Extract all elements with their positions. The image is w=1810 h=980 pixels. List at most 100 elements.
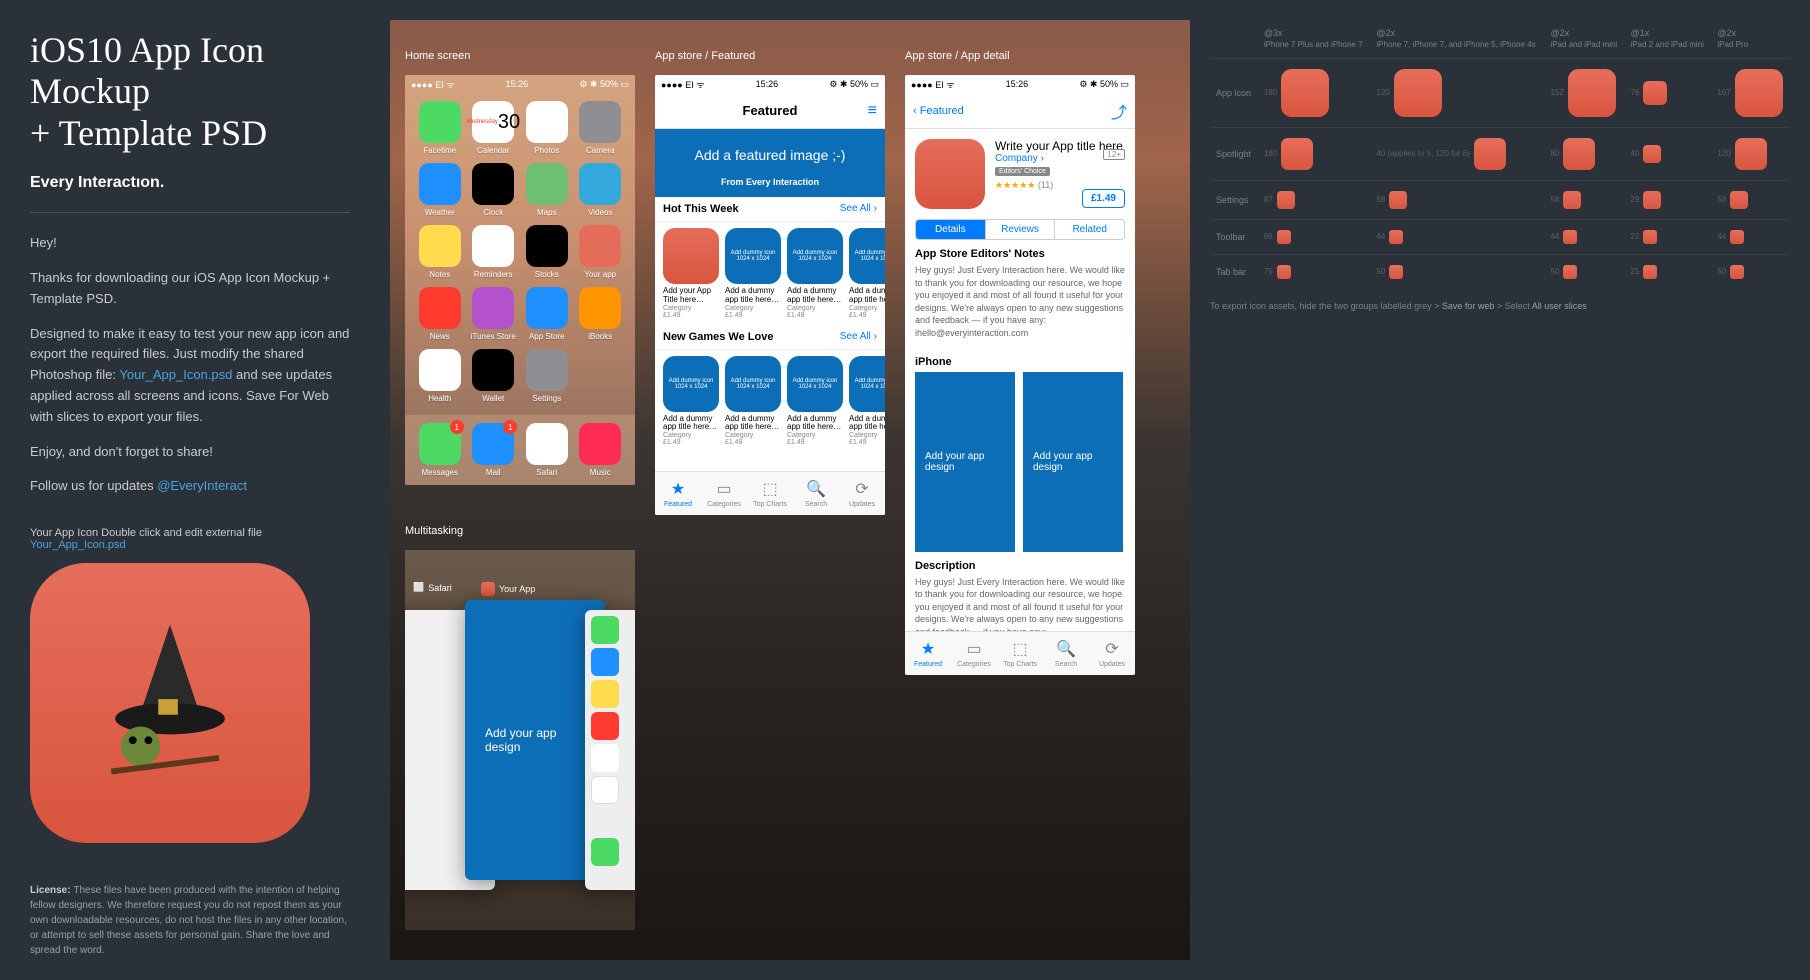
status-bar: ●●●● EI ᯤ15:26⚙ ✱ 50% ▭ [655,75,885,93]
row-tab bar: Tab bar7550502550 [1210,255,1790,290]
back-button[interactable]: ‹ Featured [913,105,964,117]
intro-text: Hey! Thanks for downloading our iOS App … [30,233,350,497]
app-card[interactable]: Add dummy icon 1024 x 1024Add a dummy ap… [849,228,885,319]
hero-banner[interactable]: Add a featured image ;-) From Every Inte… [655,129,885,197]
app-calendar[interactable]: Wednesday30Calendar [469,101,519,155]
tab-bar: ★Featured▭Categories⬚Top Charts🔍Search⟳U… [655,471,885,515]
see-all-link[interactable]: See All › [840,331,877,343]
seg-related[interactable]: Related [1055,220,1124,239]
tab-categories[interactable]: ▭Categories [701,472,747,515]
app-photos[interactable]: Photos [522,101,572,155]
card-label-yourapp: Your App [481,582,535,596]
app-reminders[interactable]: Reminders [469,225,519,279]
app-card[interactable]: Add dummy icon 1024 x 1024Add a dummy ap… [725,356,781,447]
row-spotlight: Spotlight18040 (applies to 5, 120 for 6)… [1210,128,1790,181]
app-grid: FacetimeWednesday30CalendarPhotosCamera W… [405,93,635,411]
app-health[interactable]: Health [415,349,465,403]
clock: 15:26 [506,79,529,89]
divider [30,212,350,213]
app-weather[interactable]: Weather [415,163,465,217]
tab-top charts[interactable]: ⬚Top Charts [747,472,793,515]
multi-card-yourapp[interactable]: Add your app design [465,600,605,880]
license-text: License: These files have been produced … [30,883,350,958]
tab-categories[interactable]: ▭Categories [951,632,997,675]
app-your app[interactable]: Your app [576,225,626,279]
seg-details[interactable]: Details [916,220,986,239]
detail-label: App store / App detail [905,50,1010,62]
app-card[interactable]: Add dummy icon 1024 x 1024Add a dummy ap… [725,228,781,319]
new-scroll[interactable]: Add dummy icon 1024 x 1024Add a dummy ap… [655,350,885,453]
dock-mail[interactable]: 1Mail [472,423,514,477]
multi-card-home[interactable] [585,610,635,890]
appstore-featured: ●●●● EI ᯤ15:26⚙ ✱ 50% ▭ Featured ≡ Add a… [655,75,885,515]
hot-scroll[interactable]: Add your App Title here…Category£1.49Add… [655,222,885,325]
tab-search[interactable]: 🔍Search [793,472,839,515]
tab-updates[interactable]: ⟳Updates [1089,632,1135,675]
home-label: Home screen [405,50,470,62]
dock-messages[interactable]: 1Messages [419,423,461,477]
section-hot: Hot This WeekSee All › [655,197,885,222]
notes-text: Hey guys! Just Every Interaction here. W… [905,264,1135,348]
witch-hat-icon [72,605,268,801]
app-clock[interactable]: Clock [469,163,519,217]
app-settings[interactable]: Settings [522,349,572,403]
app-videos[interactable]: Videos [576,163,626,217]
row-toolbar: Toolbar6644442244 [1210,220,1790,255]
app-card[interactable]: Add your App Title here…Category£1.49 [663,228,719,319]
main-title: iOS10 App Icon Mockup + Template PSD [30,30,350,154]
app-news[interactable]: News [415,287,465,341]
app-stocks[interactable]: Stocks [522,225,572,279]
tab-search[interactable]: 🔍Search [1043,632,1089,675]
dock-music[interactable]: Music [579,423,621,477]
app-app store[interactable]: App Store [522,287,572,341]
appstore-detail: ●●●● EI ᯤ15:26⚙ ✱ 50% ▭ ‹ Featured ⤴ Wri… [905,75,1135,675]
segment-control[interactable]: DetailsReviewsRelated [915,219,1125,240]
app-card[interactable]: Add dummy icon 1024 x 1024Add a dummy ap… [849,356,885,447]
tab-featured[interactable]: ★Featured [905,632,951,675]
screenshots[interactable]: Add your app design Add your app design [905,372,1135,552]
carrier: ●●●● EI ᯤ [411,78,454,91]
nav-bar: ‹ Featured ⤴ [905,93,1135,129]
list-icon[interactable]: ≡ [868,102,877,120]
tab-featured[interactable]: ★Featured [655,472,701,515]
app-notes[interactable]: Notes [415,225,465,279]
row-app icon: App icon18012015276167 [1210,59,1790,128]
app-itunes store[interactable]: iTunes Store [469,287,519,341]
featured-label: App store / Featured [655,50,755,62]
app-wallet[interactable]: Wallet [469,349,519,403]
icon-size-grid: @3xiPhone 7 Plus and iPhone 7@2xiPhone 7… [1210,20,1790,311]
twitter-link[interactable]: @EveryInteract [157,478,247,493]
app-header: Write your App title here Company › Edit… [905,129,1135,219]
app-camera[interactable]: Camera [576,101,626,155]
intro-p1: Thanks for downloading our iOS App Icon … [30,268,350,310]
tab-updates[interactable]: ⟳Updates [839,472,885,515]
section-new: New Games We LoveSee All › [655,325,885,350]
row-settings: Settings8758582958 [1210,181,1790,220]
tab-top charts[interactable]: ⬚Top Charts [997,632,1043,675]
screenshot: Add your app design [915,372,1015,552]
app-card[interactable]: Add dummy icon 1024 x 1024Add a dummy ap… [663,356,719,447]
multi-label: Multitasking [405,525,463,537]
psd-link[interactable]: Your_App_Icon.psd [119,367,232,382]
see-all-link[interactable]: See All › [840,203,877,215]
size-table: @3xiPhone 7 Plus and iPhone 7@2xiPhone 7… [1210,20,1790,289]
nav-title: Featured [743,103,798,118]
app-maps[interactable]: Maps [522,163,572,217]
app-card[interactable]: Add dummy icon 1024 x 1024Add a dummy ap… [787,356,843,447]
dock-safari[interactable]: Safari [526,423,568,477]
large-app-icon[interactable] [30,563,310,843]
app-facetime[interactable]: Facetime [415,101,465,155]
icon-instruction: Your App Icon Double click and edit exte… [30,527,350,551]
seg-reviews[interactable]: Reviews [986,220,1056,239]
desc-heading: Description [905,552,1135,576]
iphone-heading: iPhone [905,348,1135,372]
price-button[interactable]: £1.49 [1082,189,1125,208]
share-icon[interactable]: ⤴ [1111,99,1127,123]
icon-psd-link[interactable]: Your_App_Icon.psd [30,539,126,551]
info-panel: iOS10 App Icon Mockup + Template PSD Eve… [30,30,350,958]
screenshot: Add your app design [1023,372,1123,552]
app-ibooks[interactable]: iBooks [576,287,626,341]
app-card[interactable]: Add dummy icon 1024 x 1024Add a dummy ap… [787,228,843,319]
brand-subtitle: Every Interactıon. [30,174,350,192]
battery: ⚙ ✱ 50% ▭ [579,79,629,90]
